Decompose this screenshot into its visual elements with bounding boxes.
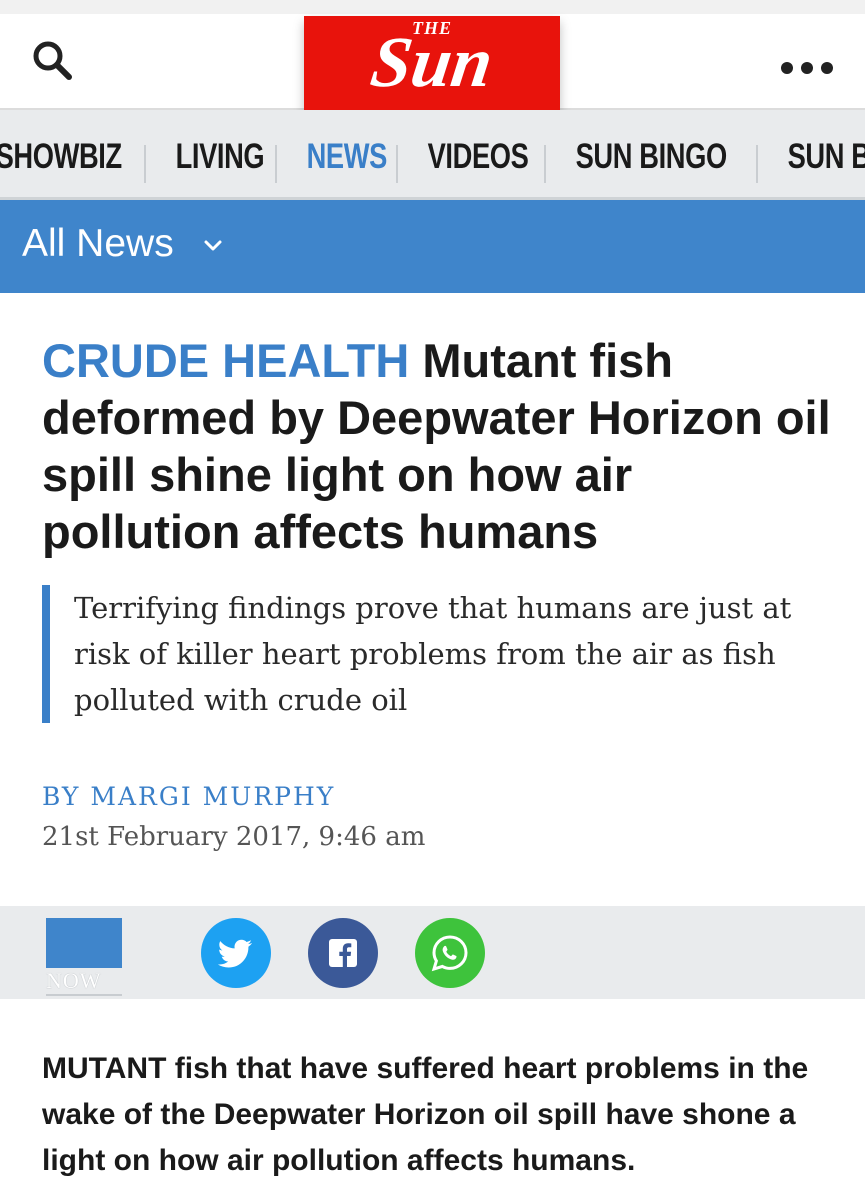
share-bar: NOW bbox=[0, 906, 865, 999]
nav-item-videos[interactable]: VIDEOS bbox=[412, 110, 544, 197]
logo-sun-text: Sun bbox=[366, 22, 498, 102]
twitter-share-button[interactable] bbox=[201, 918, 271, 988]
twitter-icon bbox=[217, 939, 252, 968]
whatsapp-share-button[interactable] bbox=[415, 918, 485, 988]
nav-divider bbox=[143, 144, 146, 183]
nav-divider bbox=[755, 144, 758, 183]
nav-item-sun-bingo[interactable]: SUN BINGO bbox=[560, 110, 742, 197]
section-label: All News bbox=[22, 222, 174, 265]
sun-logo[interactable]: THE Sun bbox=[304, 16, 560, 110]
search-button[interactable] bbox=[28, 38, 80, 90]
nav-item-sun-bets[interactable]: SUN BETS bbox=[772, 110, 865, 197]
search-icon bbox=[33, 41, 72, 80]
more-dots-icon bbox=[781, 62, 833, 74]
facebook-share-button[interactable] bbox=[308, 918, 378, 988]
article-headline: CRUDE HEALTH Mutant fish deformed by Dee… bbox=[42, 332, 832, 560]
article-standfirst: Terrifying findings prove that humans ar… bbox=[42, 585, 822, 723]
chevron-down-icon bbox=[204, 240, 222, 251]
section-dropdown[interactable]: All News bbox=[0, 200, 865, 293]
facebook-icon bbox=[329, 939, 357, 967]
now-badge[interactable] bbox=[46, 918, 122, 968]
nav-item-news[interactable]: NEWS bbox=[291, 110, 403, 197]
headline-kicker: CRUDE HEALTH bbox=[42, 334, 410, 387]
author-byline[interactable]: BY MARGI MURPHY bbox=[42, 782, 335, 811]
nav-item-living[interactable]: LIVING bbox=[160, 110, 280, 197]
whatsapp-icon bbox=[431, 935, 468, 972]
now-label: NOW bbox=[46, 968, 122, 996]
main-nav: SHOWBIZ LIVINGNEWSVIDEOSSUN BINGO SUN BETS bbox=[0, 110, 865, 200]
article-lead-paragraph: MUTANT fish that have suffered heart pro… bbox=[42, 1052, 809, 1177]
more-menu-button[interactable] bbox=[775, 48, 839, 88]
publish-date: 21st February 2017, 9:46 am bbox=[42, 822, 426, 852]
nav-item-showbiz[interactable]: SHOWBIZ bbox=[0, 110, 137, 197]
